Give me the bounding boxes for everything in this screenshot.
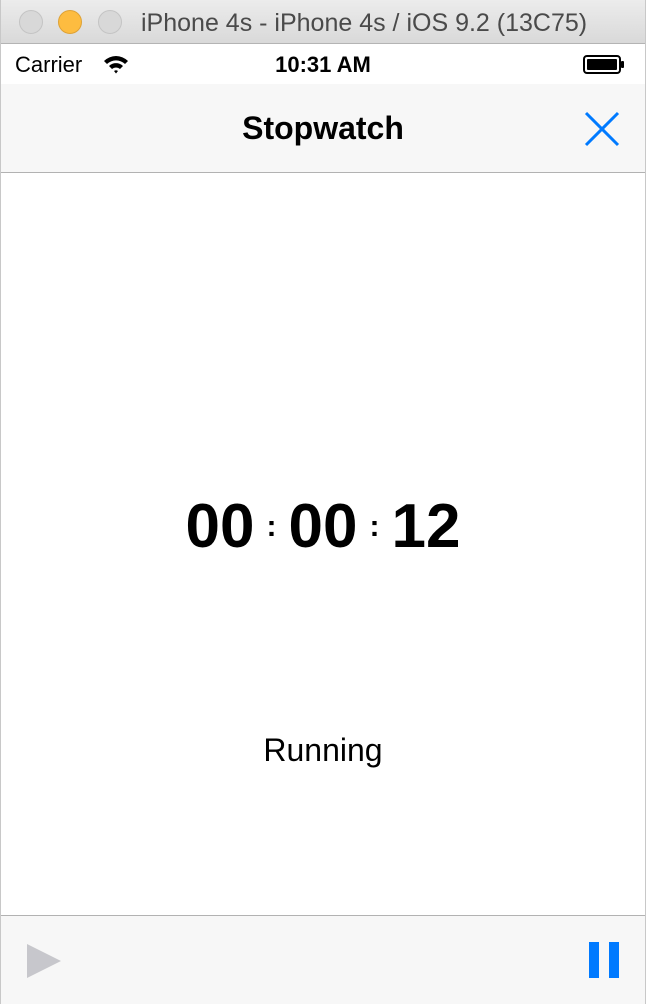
status-time: 10:31 AM	[275, 52, 371, 77]
play-icon[interactable]	[25, 942, 65, 982]
elapsed-time-display: 00:00:12	[1, 491, 645, 562]
ios-status-bar: Carrier 10:31 AM	[1, 44, 645, 84]
window-title: iPhone 4s - iPhone 4s / iOS 9.2 (13C75)	[141, 9, 588, 37]
minutes-value: 00	[288, 492, 358, 561]
navigation-bar: Stopwatch	[1, 84, 645, 173]
page-title: Stopwatch	[242, 110, 404, 146]
pause-icon[interactable]	[587, 940, 623, 980]
close-icon[interactable]	[581, 108, 623, 150]
time-separator: :	[266, 509, 277, 543]
stopwatch-state-label: Running	[263, 732, 383, 768]
window-titlebar: iPhone 4s - iPhone 4s / iOS 9.2 (13C75)	[1, 0, 645, 44]
window-minimize-button[interactable]	[58, 10, 82, 34]
seconds-value: 12	[391, 492, 461, 561]
battery-icon	[583, 55, 624, 74]
window-zoom-button[interactable]	[98, 10, 122, 34]
window-close-button[interactable]	[19, 10, 43, 34]
stopwatch-content: 00:00:12 Running	[1, 173, 645, 915]
time-separator: :	[369, 509, 380, 543]
bottom-toolbar	[1, 915, 645, 1004]
simulator-window: iPhone 4s - iPhone 4s / iOS 9.2 (13C75) …	[0, 0, 646, 1004]
hours-value: 00	[185, 492, 255, 561]
